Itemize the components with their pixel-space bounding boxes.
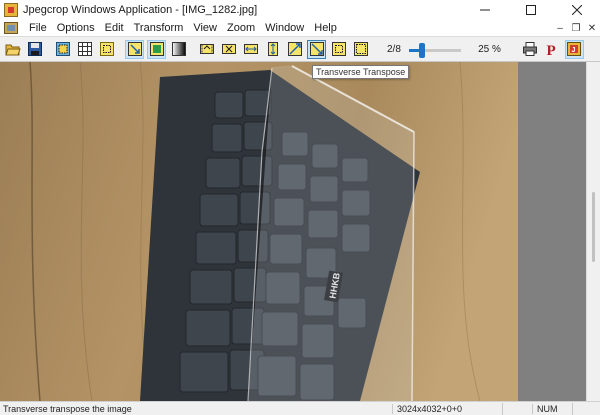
crop-fit-button[interactable] [147,39,166,59]
minimize-button[interactable] [462,0,508,20]
flip-vertical-icon [267,42,278,56]
menu-zoom[interactable]: Zoom [222,20,260,36]
keyboard-photo: HHKB [0,62,518,401]
menu-edit[interactable]: Edit [100,20,129,36]
print-icon [523,42,538,56]
zoom-slider[interactable] [407,40,463,59]
close-button[interactable] [554,0,600,20]
trim-right-icon [353,42,368,56]
print-button[interactable] [521,40,540,59]
zoom-slider-thumb[interactable] [418,42,425,58]
rotate-right-icon [221,44,236,54]
toolbar: 2/8 25 % P J [0,36,600,62]
app-icon [4,3,18,17]
doc-minimize-button[interactable]: – [552,21,568,35]
about-button[interactable]: J [564,39,584,59]
image-canvas[interactable]: HHKB [0,62,518,401]
crop-to-selection-icon [127,42,142,56]
menu-bar: File Options Edit Transform View Zoom Wi… [0,20,600,36]
status-pane-empty [502,402,532,415]
properties-icon: P [547,43,556,57]
trim-left-icon [331,42,346,56]
window-title: Jpegcrop Windows Application - [IMG_1282… [23,4,258,16]
rotate-right-button[interactable] [219,40,238,59]
save-icon [27,42,42,56]
maximize-button[interactable] [508,0,554,20]
save-button[interactable] [25,40,44,59]
minimize-icon [480,9,490,11]
document-icon[interactable] [4,22,18,34]
doc-restore-button[interactable]: ❐ [568,21,584,35]
transpose-button[interactable] [285,40,304,59]
resize-grip[interactable] [572,402,600,415]
svg-text:P: P [547,43,556,57]
about-icon: J [567,42,582,56]
crop-fit-icon [149,42,164,56]
select-button[interactable] [53,40,72,59]
crop-frame-button[interactable] [97,40,116,59]
status-message: Transverse transpose the image [3,403,132,414]
close-icon [572,5,582,15]
menu-help[interactable]: Help [309,20,342,36]
menu-file[interactable]: File [24,20,52,36]
svg-text:J: J [572,47,576,54]
menu-options[interactable]: Options [52,20,100,36]
menu-view[interactable]: View [188,20,222,36]
doc-close-button[interactable]: ✕ [584,21,600,35]
transpose-icon [287,42,302,56]
crop-frame-icon [99,42,114,56]
open-icon [4,44,21,56]
open-button[interactable] [3,40,22,59]
trim-left-button[interactable] [329,40,348,59]
grayscale-button[interactable] [169,40,188,59]
vertical-scrollbar[interactable] [586,62,600,401]
tooltip: Transverse Transpose [312,65,410,79]
menu-window[interactable]: Window [260,20,309,36]
flip-vertical-button[interactable] [263,40,282,59]
page-counter: 2/8 [387,43,401,55]
status-bar: Transverse transpose the image 3024x4032… [0,401,600,415]
grayscale-icon [171,42,186,56]
transverse-transpose-button[interactable] [307,39,326,59]
flip-horizontal-button[interactable] [241,40,260,59]
maximize-icon [526,5,536,15]
rotate-left-button[interactable] [197,40,216,59]
trim-right-button[interactable] [351,40,370,59]
document-workspace: HHKB [0,62,600,401]
select-icon [55,42,70,56]
flip-horizontal-icon [243,44,258,54]
title-bar: Jpegcrop Windows Application - [IMG_1282… [0,0,600,20]
zoom-label: 25 % [478,43,501,55]
crop-to-selection-button[interactable] [125,39,144,59]
grid-button[interactable] [75,40,94,59]
status-dimensions: 3024x4032+0+0 [392,403,502,414]
menu-transform[interactable]: Transform [129,20,189,36]
properties-button[interactable]: P [543,40,562,59]
grid-icon [77,42,92,56]
status-num-lock: NUM [532,403,572,414]
rotate-left-icon [199,44,214,54]
transverse-transpose-icon [309,42,324,56]
document-window-controls: – ❐ ✕ [552,20,600,36]
